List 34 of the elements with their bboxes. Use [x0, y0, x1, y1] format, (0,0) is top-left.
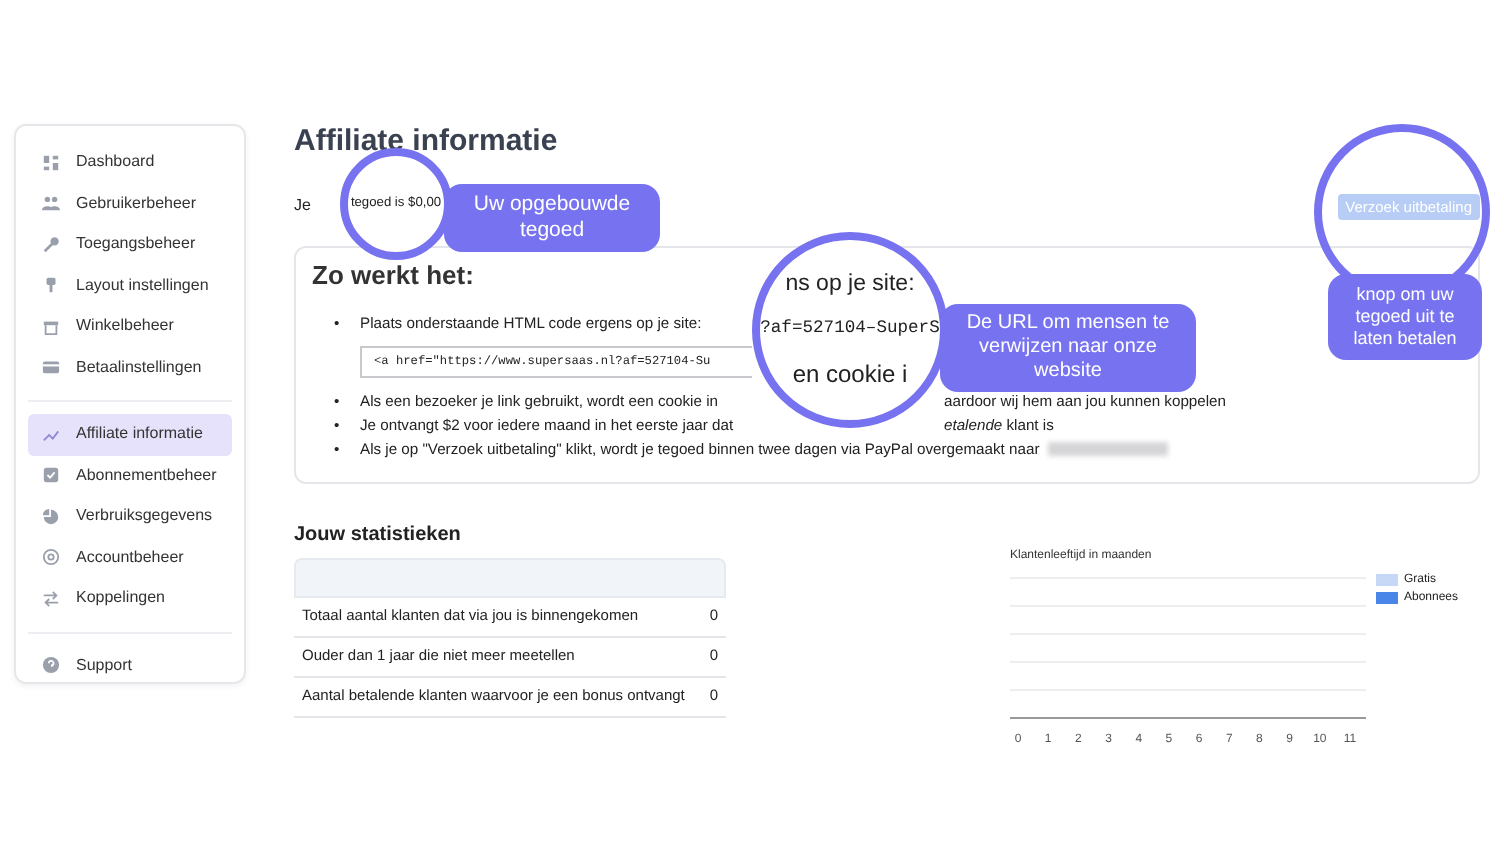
sidebar-item[interactable]: Toegangsbeheer [28, 224, 232, 265]
section-heading: Jouw statistieken [294, 521, 463, 550]
line-chart-icon [42, 425, 60, 444]
sidebar-item[interactable]: Affiliate informatie [28, 414, 232, 455]
key-icon [42, 235, 60, 254]
pie-chart-icon [42, 507, 60, 526]
card-heading: Zo werkt het: [312, 260, 474, 292]
sidebar-item[interactable]: Betaalinstellingen [28, 347, 232, 388]
sidebar-item[interactable]: Abonnementbeheer [28, 455, 232, 496]
magnified-text: en cookie i [792, 358, 908, 393]
swap-arrows-icon [42, 589, 60, 608]
balance-text: Je [294, 194, 311, 218]
callout-label: knop om uw tegoed uit te laten betalen [1328, 274, 1482, 360]
sidebar-item[interactable]: Koppelingen [28, 578, 232, 619]
sidebar-item[interactable]: Accountbeheer [28, 537, 232, 578]
magnified-text: ?af=527104–SuperS [760, 316, 940, 343]
magnified-text: ns op je site: [785, 269, 915, 300]
at-sign-icon [42, 548, 60, 567]
card-icon [42, 358, 60, 377]
sidebar-item[interactable]: Dashboard [28, 142, 232, 183]
sidebar-item[interactable]: Layout instellingen [28, 265, 232, 306]
brush-icon [42, 276, 60, 295]
checkbox-icon [42, 466, 60, 485]
people-icon [42, 194, 60, 213]
callout-label: Uw opgebouwde tegoed [444, 184, 660, 252]
store-icon [42, 317, 60, 336]
sidebar-item[interactable]: Support [28, 645, 232, 686]
sidebar-item[interactable]: Verbruiksgegevens [28, 496, 232, 537]
sidebar-item[interactable]: Winkelbeheer [28, 306, 232, 347]
callout-label: De URL om mensen te verwijzen naar onze website [940, 304, 1196, 392]
help-icon [42, 656, 60, 675]
page-title: Affiliate informatie [294, 124, 560, 160]
grid-icon [42, 153, 60, 172]
sidebar-item[interactable]: Gebruikerbeheer [28, 183, 232, 224]
